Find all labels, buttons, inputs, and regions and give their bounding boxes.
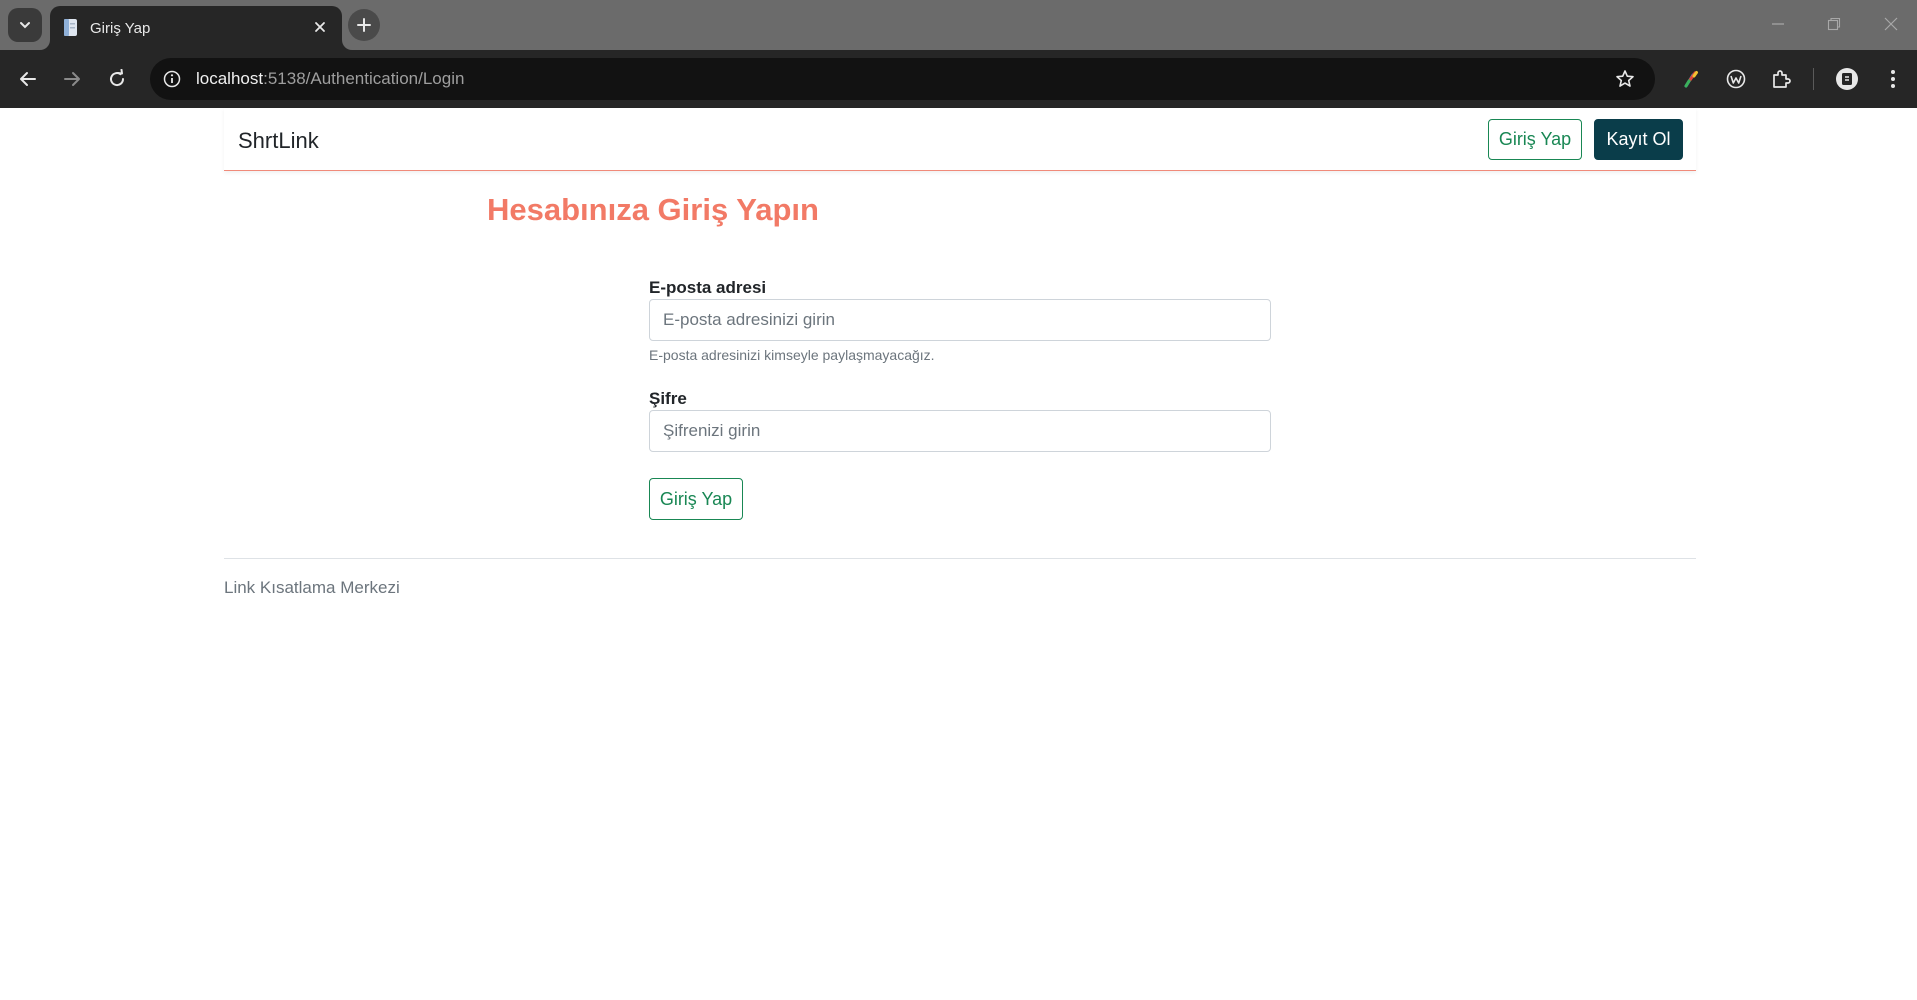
puzzle-icon bbox=[1773, 70, 1791, 88]
close-icon bbox=[1884, 17, 1898, 31]
email-label: E-posta adresi bbox=[649, 278, 767, 297]
restore-icon bbox=[1827, 17, 1841, 31]
page-favicon-icon bbox=[64, 19, 77, 36]
email-help-text: E-posta adresinizi kimseyle paylaşmayaca… bbox=[649, 347, 935, 363]
tab-search-button[interactable] bbox=[8, 8, 42, 42]
chevron-down-icon bbox=[20, 22, 30, 29]
minimize-icon bbox=[1772, 23, 1784, 25]
address-bar[interactable]: localhost:5138/Authentication/Login bbox=[150, 58, 1655, 100]
site-navbar: ShrtLink Giriş Yap Kayıt Ol bbox=[224, 108, 1696, 171]
footer-text: Link Kısatlama Merkezi bbox=[224, 578, 400, 597]
back-button[interactable] bbox=[12, 63, 44, 95]
page-content: ShrtLink Giriş Yap Kayıt Ol Hesabınıza G… bbox=[0, 108, 1917, 1000]
star-icon bbox=[1616, 70, 1634, 87]
w-logo-icon bbox=[1726, 69, 1746, 89]
arrow-right-icon bbox=[64, 72, 80, 86]
reload-button[interactable] bbox=[101, 63, 133, 95]
dropper-icon bbox=[1684, 71, 1698, 88]
footer-divider bbox=[224, 558, 1696, 559]
browser-toolbar: localhost:5138/Authentication/Login bbox=[0, 50, 1917, 108]
tab-close-button[interactable] bbox=[310, 17, 330, 37]
profile-button[interactable] bbox=[1831, 63, 1863, 95]
url-host: localhost bbox=[196, 69, 264, 88]
close-icon bbox=[315, 22, 325, 32]
bookmark-button[interactable] bbox=[1613, 67, 1637, 91]
info-icon bbox=[163, 70, 181, 88]
login-submit-button[interactable]: Giriş Yap bbox=[649, 478, 743, 520]
minimize-window-button[interactable] bbox=[1766, 12, 1790, 36]
browser-menu-button[interactable] bbox=[1877, 63, 1909, 95]
browser-tab-active[interactable]: Giriş Yap bbox=[50, 6, 342, 50]
arrow-left-icon bbox=[20, 72, 36, 86]
navbar-register-button[interactable]: Kayıt Ol bbox=[1594, 119, 1683, 160]
site-brand[interactable]: ShrtLink bbox=[238, 128, 319, 154]
extensions-button[interactable] bbox=[1765, 63, 1797, 95]
profile-avatar-icon bbox=[1836, 68, 1858, 90]
toolbar-divider bbox=[1813, 68, 1814, 90]
new-tab-button[interactable] bbox=[348, 9, 380, 41]
url-path: :5138/Authentication/Login bbox=[263, 69, 465, 88]
page-title: Hesabınıza Giriş Yapın bbox=[487, 192, 819, 227]
more-vertical-icon bbox=[1891, 70, 1895, 88]
email-field[interactable] bbox=[649, 299, 1271, 341]
forward-button[interactable] bbox=[56, 63, 88, 95]
browser-tab-strip: Giriş Yap bbox=[0, 0, 1917, 50]
close-window-button[interactable] bbox=[1879, 12, 1903, 36]
plus-icon bbox=[357, 18, 371, 32]
address-url[interactable]: localhost:5138/Authentication/Login bbox=[196, 69, 464, 89]
password-label: Şifre bbox=[649, 389, 687, 408]
reload-icon bbox=[110, 69, 125, 87]
tab-title: Giriş Yap bbox=[90, 20, 151, 37]
extension-color-picker-button[interactable] bbox=[1675, 63, 1707, 95]
password-field[interactable] bbox=[649, 410, 1271, 452]
navbar-login-button[interactable]: Giriş Yap bbox=[1488, 119, 1582, 160]
extension-w-button[interactable] bbox=[1720, 63, 1752, 95]
restore-window-button[interactable] bbox=[1822, 12, 1846, 36]
site-info-button[interactable] bbox=[159, 66, 185, 92]
